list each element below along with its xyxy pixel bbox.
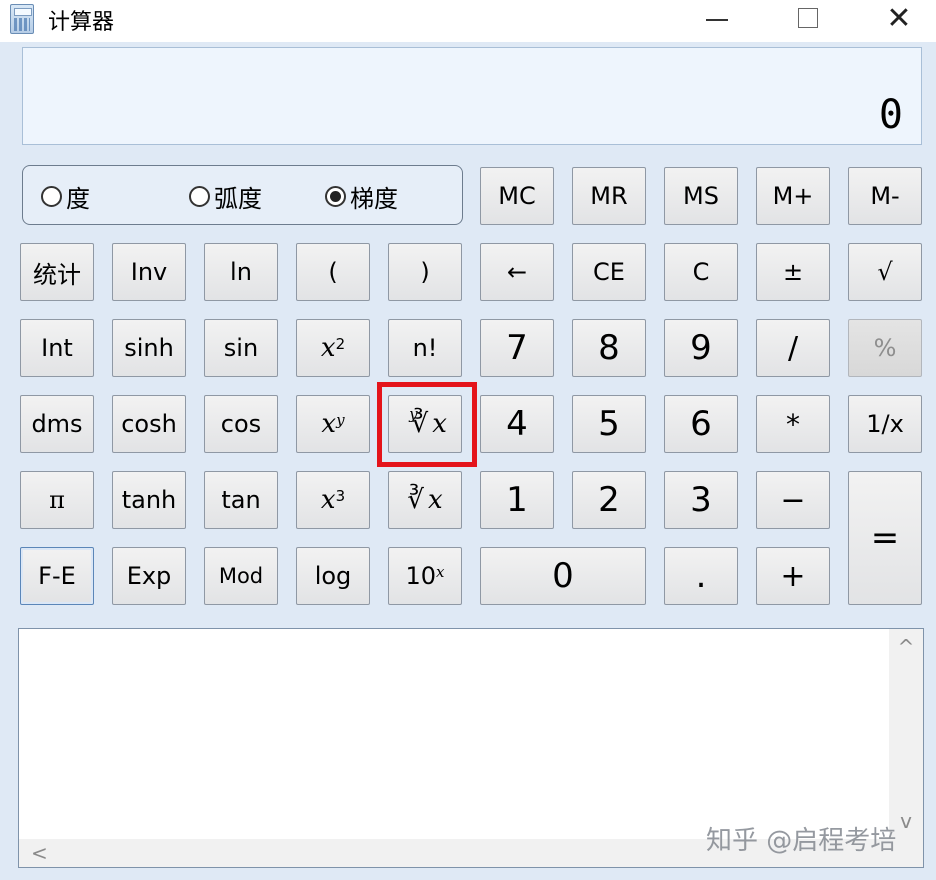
- log-button[interactable]: log: [296, 547, 370, 605]
- close-icon: ✕: [886, 0, 912, 36]
- x-cubed-base: x: [320, 485, 336, 515]
- mod-button[interactable]: Mod: [204, 547, 278, 605]
- minimize-button[interactable]: [694, 0, 740, 36]
- ce-button[interactable]: CE: [572, 243, 646, 301]
- decimal-button[interactable]: .: [664, 547, 738, 605]
- cos-button[interactable]: cos: [204, 395, 278, 453]
- x-power-y-base: x: [321, 409, 337, 439]
- x-squared-exponent: 2: [335, 335, 346, 353]
- sqrt-button[interactable]: √: [848, 243, 922, 301]
- ten-power-base: 10: [405, 562, 437, 590]
- scroll-left-icon[interactable]: <: [31, 841, 48, 865]
- right-paren-button[interactable]: ): [388, 243, 462, 301]
- ten-power-x-button[interactable]: 10 x: [388, 547, 462, 605]
- sinh-button[interactable]: sinh: [112, 319, 186, 377]
- highlight-annotation: [377, 382, 477, 467]
- backspace-arrow-icon: ←: [506, 258, 528, 286]
- x-cubed-exponent: 3: [335, 487, 346, 505]
- x-squared-base: x: [320, 333, 336, 363]
- digit-1-button[interactable]: 1: [480, 471, 554, 529]
- maximize-button[interactable]: [785, 0, 831, 36]
- divide-button[interactable]: /: [756, 319, 830, 377]
- negate-button[interactable]: ±: [756, 243, 830, 301]
- backspace-button[interactable]: ←: [480, 243, 554, 301]
- ms-button[interactable]: MS: [664, 167, 738, 225]
- subtract-button[interactable]: −: [756, 471, 830, 529]
- sin-button[interactable]: sin: [204, 319, 278, 377]
- tanh-button[interactable]: tanh: [112, 471, 186, 529]
- minimize-icon: [706, 19, 728, 21]
- factorial-button[interactable]: n!: [388, 319, 462, 377]
- mr-button[interactable]: MR: [572, 167, 646, 225]
- digit-2-button[interactable]: 2: [572, 471, 646, 529]
- digit-8-button[interactable]: 8: [572, 319, 646, 377]
- radio-degree[interactable]: 度: [41, 166, 90, 226]
- calculator-icon: [10, 4, 34, 34]
- tan-button[interactable]: tan: [204, 471, 278, 529]
- ten-power-exponent: x: [436, 563, 445, 581]
- exp-button[interactable]: Exp: [112, 547, 186, 605]
- percent-button[interactable]: %: [848, 319, 922, 377]
- digit-7-button[interactable]: 7: [480, 319, 554, 377]
- window-title: 计算器: [48, 10, 115, 35]
- mc-button[interactable]: MC: [480, 167, 554, 225]
- multiply-button[interactable]: *: [756, 395, 830, 453]
- digit-6-button[interactable]: 6: [664, 395, 738, 453]
- inv-button[interactable]: Inv: [112, 243, 186, 301]
- stats-button[interactable]: 统计: [20, 243, 94, 301]
- digit-5-button[interactable]: 5: [572, 395, 646, 453]
- digit-9-button[interactable]: 9: [664, 319, 738, 377]
- scroll-down-icon[interactable]: v: [900, 809, 912, 833]
- clear-button[interactable]: C: [664, 243, 738, 301]
- reciprocal-button[interactable]: 1/x: [848, 395, 922, 453]
- x-squared-button[interactable]: x2: [296, 319, 370, 377]
- close-button[interactable]: ✕: [876, 0, 922, 36]
- radio-radian-circle[interactable]: [189, 185, 210, 207]
- radio-gradian-circle[interactable]: [325, 185, 346, 207]
- radio-gradian-label: 梯度: [350, 184, 398, 213]
- dms-button[interactable]: dms: [20, 395, 94, 453]
- radio-radian-label: 弧度: [214, 184, 262, 213]
- ln-button[interactable]: ln: [204, 243, 278, 301]
- x-cubed-button[interactable]: x3: [296, 471, 370, 529]
- digit-3-button[interactable]: 3: [664, 471, 738, 529]
- maximize-icon: [798, 8, 818, 28]
- cube-root-icon: ∛: [407, 485, 424, 515]
- cosh-button[interactable]: cosh: [112, 395, 186, 453]
- int-button[interactable]: Int: [20, 319, 94, 377]
- left-paren-button[interactable]: (: [296, 243, 370, 301]
- radio-gradian[interactable]: 梯度: [325, 166, 398, 226]
- radio-radian[interactable]: 弧度: [189, 166, 262, 226]
- digit-4-button[interactable]: 4: [480, 395, 554, 453]
- watermark: 知乎 @启程考培: [706, 826, 897, 856]
- equals-button[interactable]: =: [848, 471, 922, 605]
- radio-degree-label: 度: [66, 184, 90, 213]
- scroll-up-icon[interactable]: ^: [898, 635, 915, 659]
- x-power-y-button[interactable]: xy: [296, 395, 370, 453]
- angle-unit-group: 度 弧度 梯度: [22, 165, 463, 225]
- title-bar: 计算器 ✕: [0, 0, 936, 42]
- radio-degree-circle[interactable]: [41, 185, 62, 207]
- add-button[interactable]: +: [756, 547, 830, 605]
- result-display: 0: [22, 47, 922, 145]
- x-power-y-exponent: y: [336, 411, 345, 429]
- display-value: 0: [878, 92, 903, 138]
- history-vertical-scrollbar[interactable]: ^ v: [889, 629, 923, 839]
- m-minus-button[interactable]: M-: [848, 167, 922, 225]
- fe-button[interactable]: F-E: [20, 547, 94, 605]
- pi-button[interactable]: π: [20, 471, 94, 529]
- cube-root-radicand: x: [427, 485, 443, 515]
- cube-root-button[interactable]: ∛ x: [388, 471, 462, 529]
- m-plus-button[interactable]: M+: [756, 167, 830, 225]
- digit-0-button[interactable]: 0: [480, 547, 646, 605]
